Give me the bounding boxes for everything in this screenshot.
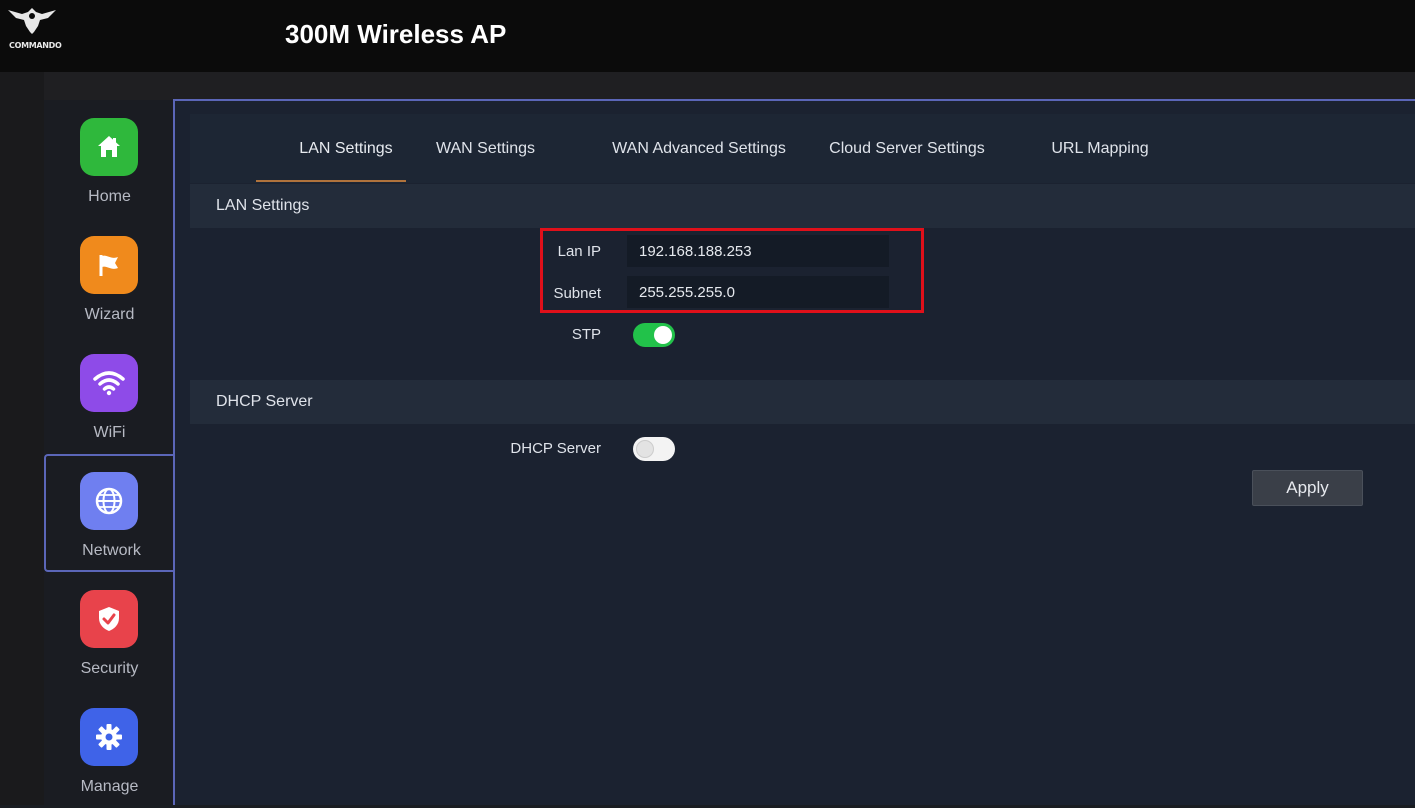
sidebar-item-home[interactable]: Home xyxy=(44,100,175,218)
home-icon xyxy=(80,118,138,176)
tab-cloud-server-settings[interactable]: Cloud Server Settings xyxy=(822,114,992,183)
tab-wan-advanced-settings[interactable]: WAN Advanced Settings xyxy=(608,114,790,183)
stp-toggle[interactable] xyxy=(633,323,675,347)
dhcp-server-label: DHCP Server xyxy=(510,440,601,457)
sidebar-item-wifi[interactable]: WiFi xyxy=(44,336,175,454)
gear-icon xyxy=(80,708,138,766)
sidebar-item-network[interactable]: Network xyxy=(44,454,177,572)
brand-logo: COMMANDO xyxy=(4,2,62,54)
flag-icon xyxy=(80,236,138,294)
section-header-dhcp: DHCP Server xyxy=(190,380,1415,424)
tab-bar: LAN Settings WAN Settings WAN Advanced S… xyxy=(190,114,1415,183)
highlight-box xyxy=(540,228,924,313)
shield-check-icon xyxy=(80,590,138,648)
stp-label: STP xyxy=(571,326,601,343)
tab-url-mapping[interactable]: URL Mapping xyxy=(1040,114,1160,183)
apply-button[interactable]: Apply xyxy=(1252,470,1363,506)
app-header: COMMANDO 300M Wireless AP xyxy=(0,0,1415,72)
content-top-border xyxy=(173,99,1415,101)
sidebar-item-label: WiFi xyxy=(93,424,126,441)
sidebar-item-wizard[interactable]: Wizard xyxy=(44,218,175,336)
toggle-knob xyxy=(636,440,654,458)
sidebar-item-manage[interactable]: Manage xyxy=(44,690,175,808)
sidebar-item-label: Wizard xyxy=(84,306,135,323)
dhcp-server-toggle[interactable] xyxy=(633,437,675,461)
app-title: 300M Wireless AP xyxy=(285,19,507,49)
sidebar-item-label: Home xyxy=(88,188,131,205)
logo-text: COMMANDO xyxy=(9,41,62,50)
tab-lan-settings[interactable]: LAN Settings xyxy=(271,114,421,183)
eagle-logo-icon xyxy=(8,8,56,34)
tab-wan-settings[interactable]: WAN Settings xyxy=(428,114,543,183)
wifi-icon xyxy=(80,354,138,412)
sidebar-item-label: Security xyxy=(80,660,139,677)
globe-icon xyxy=(80,472,138,530)
section-header-lan: LAN Settings xyxy=(190,184,1415,228)
sidebar-item-label: Manage xyxy=(80,778,139,795)
sidebar-item-security[interactable]: Security xyxy=(44,572,175,690)
left-strip xyxy=(0,72,44,805)
toggle-knob xyxy=(654,326,672,344)
active-tab-indicator xyxy=(256,180,406,182)
sidebar-item-label: Network xyxy=(82,542,141,559)
sidebar-border xyxy=(173,99,175,805)
